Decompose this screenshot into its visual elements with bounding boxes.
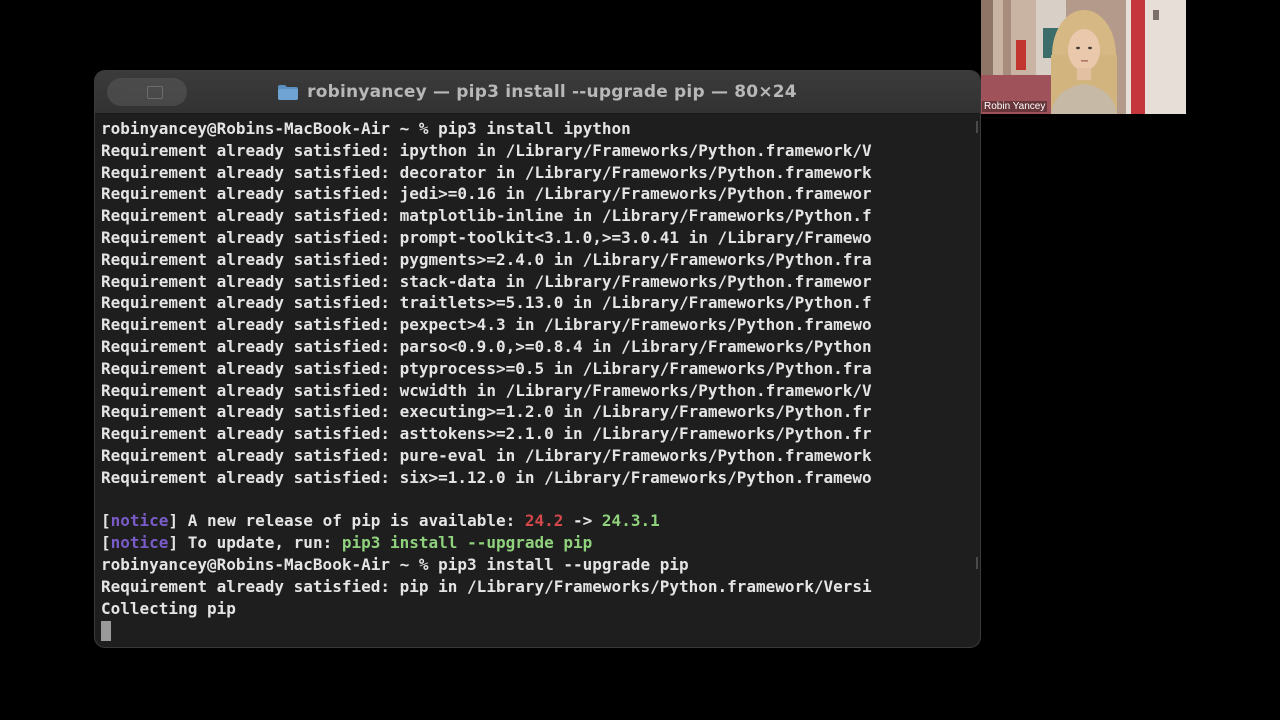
webcam-thumbnail[interactable]: Robin Yancey	[981, 0, 1186, 114]
new-version: 24.3.1	[601, 511, 660, 531]
prompt-line: robinyancey@Robins-MacBook-Air ~ % pip3 …	[101, 119, 631, 138]
requirement-line: Requirement already satisfied: parso<0.9…	[101, 336, 872, 356]
requirement-line: Requirement already satisfied: prompt-to…	[101, 227, 872, 247]
requirement-line: Requirement already satisfied: ipython i…	[101, 140, 872, 160]
notice-tag: notice	[110, 533, 169, 553]
scroll-marker-top	[976, 121, 978, 133]
window-titlebar[interactable]: robinyancey — pip3 install --upgrade pip…	[95, 71, 980, 114]
notice-open-bracket: [	[101, 533, 111, 553]
upgrade-command: pip3 install --upgrade pip	[341, 533, 593, 553]
requirement-line: Requirement already satisfied: jedi>=0.1…	[101, 184, 872, 204]
notice-line: [notice] A new release of pip is availab…	[101, 510, 973, 532]
requirement-line: Requirement already satisfied: decorator…	[101, 162, 872, 182]
notice-close-bracket: ]	[168, 533, 179, 553]
terminal-window: robinyancey — pip3 install --upgrade pip…	[95, 71, 980, 647]
version-arrow: ->	[563, 511, 602, 531]
requirement-line: Requirement already satisfied: traitlets…	[101, 293, 872, 313]
requirement-line: Requirement already satisfied: ptyproces…	[101, 358, 872, 378]
scroll-marker-bottom	[976, 557, 978, 569]
requirement-line: Requirement already satisfied: pexpect>4…	[101, 315, 872, 335]
window-title-wrap: robinyancey — pip3 install --upgrade pip…	[95, 71, 980, 113]
notice-open-bracket: [	[101, 511, 111, 531]
requirement-line: Requirement already satisfied: six>=1.12…	[101, 467, 872, 487]
terminal-output[interactable]: robinyancey@Robins-MacBook-Air ~ % pip3 …	[101, 118, 973, 641]
webcam-video	[981, 0, 1186, 114]
requirement-line: Requirement already satisfied: wcwidth i…	[101, 380, 872, 400]
cursor-block	[101, 620, 111, 641]
requirement-line: Requirement already satisfied: asttokens…	[101, 424, 872, 444]
participant-name: Robin Yancey	[982, 101, 1048, 112]
notice-text: A new release of pip is available:	[178, 511, 525, 531]
collecting-line: Collecting pip	[101, 598, 236, 618]
requirement-line: Requirement already satisfied: pure-eval…	[101, 445, 872, 465]
prompt-line: robinyancey@Robins-MacBook-Air ~ % pip3 …	[101, 554, 689, 574]
requirements-list: Requirement already satisfied: ipython i…	[101, 140, 973, 489]
window-title: robinyancey — pip3 install --upgrade pip…	[307, 82, 797, 102]
old-version: 24.2	[524, 511, 564, 531]
notice-text: To update, run:	[178, 533, 342, 553]
notice-tag: notice	[110, 511, 169, 531]
notice-line: [notice] To update, run: pip3 install --…	[101, 532, 973, 554]
cursor-line[interactable]	[101, 619, 973, 641]
pip-requirement-line: Requirement already satisfied: pip in /L…	[101, 576, 872, 596]
folder-icon	[278, 84, 299, 100]
requirement-line: Requirement already satisfied: pygments>…	[101, 249, 872, 269]
notice-close-bracket: ]	[168, 511, 179, 531]
requirement-line: Requirement already satisfied: executing…	[101, 402, 872, 422]
requirement-line: Requirement already satisfied: matplotli…	[101, 206, 872, 226]
requirement-line: Requirement already satisfied: stack-dat…	[101, 271, 872, 291]
